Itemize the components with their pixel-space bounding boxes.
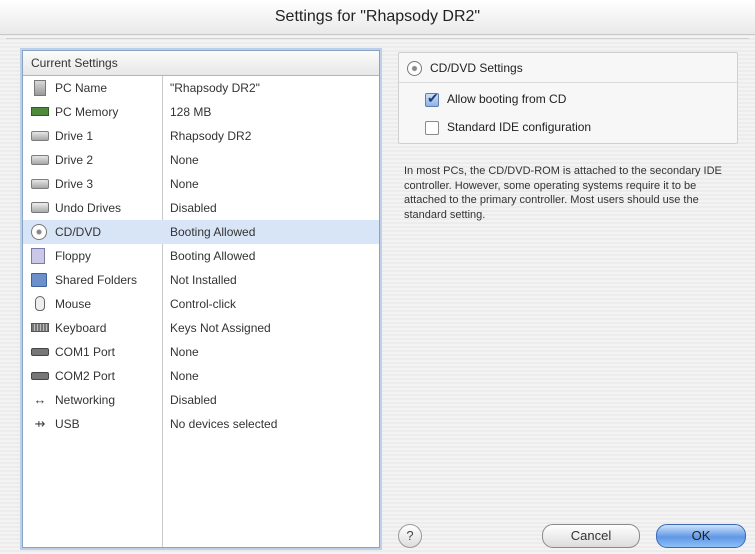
row-value: Booting Allowed bbox=[170, 249, 256, 263]
group-title-label: CD/DVD Settings bbox=[430, 61, 523, 75]
row-name: Drive 1 bbox=[55, 129, 94, 143]
table-header: Current Settings bbox=[23, 51, 379, 76]
table-row-drive-3[interactable]: Drive 3 None bbox=[23, 172, 379, 196]
allow-booting-checkbox-row[interactable]: Allow booting from CD bbox=[425, 90, 566, 107]
row-name: COM1 Port bbox=[55, 345, 116, 359]
row-name: Mouse bbox=[55, 297, 92, 311]
table-row-undo-drives[interactable]: Undo Drives Disabled bbox=[23, 196, 379, 220]
table-row-networking[interactable]: ↔ Networking Disabled bbox=[23, 388, 379, 412]
table-row-keyboard[interactable]: Keyboard Keys Not Assigned bbox=[23, 316, 379, 340]
row-name: Shared Folders bbox=[55, 273, 138, 287]
standard-ide-label[interactable]: Standard IDE configuration bbox=[447, 120, 591, 134]
undo-drive-icon bbox=[31, 202, 49, 213]
row-name: PC Name bbox=[55, 81, 108, 95]
allow-booting-checkbox[interactable] bbox=[425, 90, 439, 107]
serial-port-icon bbox=[31, 348, 49, 356]
ok-button[interactable]: OK bbox=[656, 524, 746, 548]
row-name: Keyboard bbox=[55, 321, 107, 335]
table-row-pc-name[interactable]: PC Name "Rhapsody DR2" bbox=[23, 76, 379, 100]
row-name: Floppy bbox=[55, 249, 92, 263]
row-value: No devices selected bbox=[170, 417, 278, 431]
memory-icon bbox=[31, 107, 49, 116]
standard-ide-checkbox-row[interactable]: Standard IDE configuration bbox=[425, 119, 591, 135]
drive-icon bbox=[31, 155, 49, 165]
row-name: Drive 3 bbox=[55, 177, 94, 191]
table-row-cd-dvd[interactable]: CD/DVD Booting Allowed bbox=[23, 220, 379, 244]
group-divider bbox=[399, 82, 737, 83]
window-title: Settings for "Rhapsody DR2" bbox=[0, 0, 755, 35]
row-name: USB bbox=[55, 417, 80, 431]
settings-table[interactable]: Current Settings PC Name "Rhapsody DR2" … bbox=[22, 50, 380, 548]
group-title: CD/DVD Settings bbox=[407, 59, 523, 77]
description-text: In most PCs, the CD/DVD-ROM is attached … bbox=[404, 165, 722, 221]
drive-icon bbox=[31, 179, 49, 189]
networking-icon: ↔ bbox=[33, 392, 47, 407]
allow-booting-label[interactable]: Allow booting from CD bbox=[447, 92, 566, 106]
table-row-com1-port[interactable]: COM1 Port None bbox=[23, 340, 379, 364]
help-button[interactable]: ? bbox=[398, 524, 422, 548]
shared-folder-icon bbox=[31, 273, 47, 287]
table-row-pc-memory[interactable]: PC Memory 128 MB bbox=[23, 100, 379, 124]
table-row-shared-folders[interactable]: Shared Folders Not Installed bbox=[23, 268, 379, 292]
row-value: Disabled bbox=[170, 201, 217, 215]
keyboard-icon bbox=[31, 323, 49, 332]
table-row-floppy[interactable]: Floppy Booting Allowed bbox=[23, 244, 379, 268]
cd-dvd-settings-group: CD/DVD Settings Allow booting from CD St… bbox=[398, 52, 738, 144]
title-separator bbox=[6, 38, 749, 39]
floppy-icon bbox=[31, 248, 45, 264]
table-row-drive-1[interactable]: Drive 1 Rhapsody DR2 bbox=[23, 124, 379, 148]
standard-ide-checkbox[interactable] bbox=[425, 120, 439, 135]
table-row-com2-port[interactable]: COM2 Port None bbox=[23, 364, 379, 388]
row-value: Disabled bbox=[170, 393, 217, 407]
cancel-button[interactable]: Cancel bbox=[542, 524, 640, 548]
row-value: 128 MB bbox=[170, 105, 212, 119]
row-value: Rhapsody DR2 bbox=[170, 129, 252, 143]
row-name: CD/DVD bbox=[55, 225, 102, 239]
row-name: COM2 Port bbox=[55, 369, 116, 383]
row-name: Drive 2 bbox=[55, 153, 94, 167]
drive-icon bbox=[31, 131, 49, 141]
row-value: Control-click bbox=[170, 297, 237, 311]
row-value: None bbox=[170, 153, 199, 167]
row-value: Keys Not Assigned bbox=[170, 321, 271, 335]
row-name: Networking bbox=[55, 393, 116, 407]
row-value: Not Installed bbox=[170, 273, 237, 287]
row-value: None bbox=[170, 369, 199, 383]
row-value: Booting Allowed bbox=[170, 225, 256, 239]
table-row-usb[interactable]: ⇸ USB No devices selected bbox=[23, 412, 379, 436]
usb-icon: ⇸ bbox=[34, 416, 46, 431]
row-value: None bbox=[170, 345, 199, 359]
serial-port-icon bbox=[31, 372, 49, 380]
row-value: "Rhapsody DR2" bbox=[170, 81, 260, 95]
cd-icon bbox=[407, 61, 422, 77]
mouse-icon bbox=[35, 296, 45, 311]
cd-icon bbox=[31, 224, 47, 240]
row-name: Undo Drives bbox=[55, 201, 122, 215]
row-value: None bbox=[170, 177, 199, 191]
table-row-mouse[interactable]: Mouse Control-click bbox=[23, 292, 379, 316]
table-row-drive-2[interactable]: Drive 2 None bbox=[23, 148, 379, 172]
pc-icon bbox=[34, 80, 46, 96]
row-name: PC Memory bbox=[55, 105, 119, 119]
